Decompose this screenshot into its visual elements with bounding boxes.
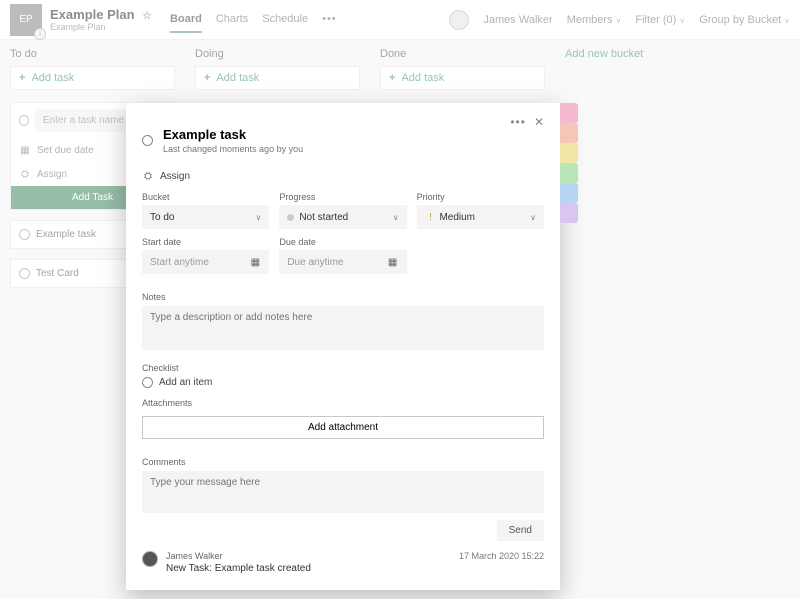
label-yellow[interactable]: [560, 143, 578, 163]
add-attachment-button[interactable]: Add attachment: [142, 416, 544, 439]
assign-button[interactable]: ⛭ Assign: [142, 170, 544, 182]
label-pink[interactable]: [560, 103, 578, 123]
start-date-input[interactable]: Start anytime ▦: [142, 250, 269, 274]
activity-text: New Task: Example task created: [166, 563, 311, 574]
priority-select[interactable]: ! Medium ∨: [417, 205, 544, 229]
attachments-label: Attachments: [142, 398, 544, 408]
due-date-label: Due date: [279, 237, 406, 247]
label-purple[interactable]: [560, 203, 578, 223]
checklist-add-item[interactable]: Add an item: [142, 377, 544, 388]
circle-icon: [142, 377, 153, 388]
calendar-icon: ▦: [387, 256, 399, 268]
chevron-down-icon: ∨: [530, 213, 536, 222]
progress-label: Progress: [279, 192, 406, 202]
calendar-icon: ▦: [249, 256, 261, 268]
label-green[interactable]: [560, 163, 578, 183]
priority-icon: !: [425, 211, 437, 223]
bucket-label: Bucket: [142, 192, 269, 202]
task-detail-dialog: ••• ✕ Example task Last changed moments …: [126, 103, 560, 590]
checklist-label: Checklist: [142, 363, 544, 373]
person-icon: ⛭: [142, 170, 154, 182]
activity-timestamp: 17 March 2020 15:22: [459, 551, 544, 561]
task-title[interactable]: Example task: [163, 127, 303, 142]
priority-label: Priority: [417, 192, 544, 202]
label-color-tabs: [560, 103, 578, 223]
comments-label: Comments: [142, 457, 544, 467]
complete-circle-icon[interactable]: [142, 135, 153, 146]
notes-textarea[interactable]: [142, 306, 544, 350]
start-date-label: Start date: [142, 237, 269, 247]
last-changed-label: Last changed moments ago by you: [163, 144, 303, 154]
label-blue[interactable]: [560, 183, 578, 203]
comment-textarea[interactable]: [142, 471, 544, 513]
label-peach[interactable]: [560, 123, 578, 143]
activity-user: James Walker: [166, 551, 311, 561]
bucket-select[interactable]: To do ∨: [142, 205, 269, 229]
progress-select[interactable]: Not started ∨: [279, 205, 406, 229]
chevron-down-icon: ∨: [255, 213, 261, 222]
activity-avatar: [142, 551, 158, 567]
send-button[interactable]: Send: [497, 520, 544, 541]
notes-label: Notes: [142, 292, 544, 302]
chevron-down-icon: ∨: [393, 213, 399, 222]
due-date-input[interactable]: Due anytime ▦: [279, 250, 406, 274]
